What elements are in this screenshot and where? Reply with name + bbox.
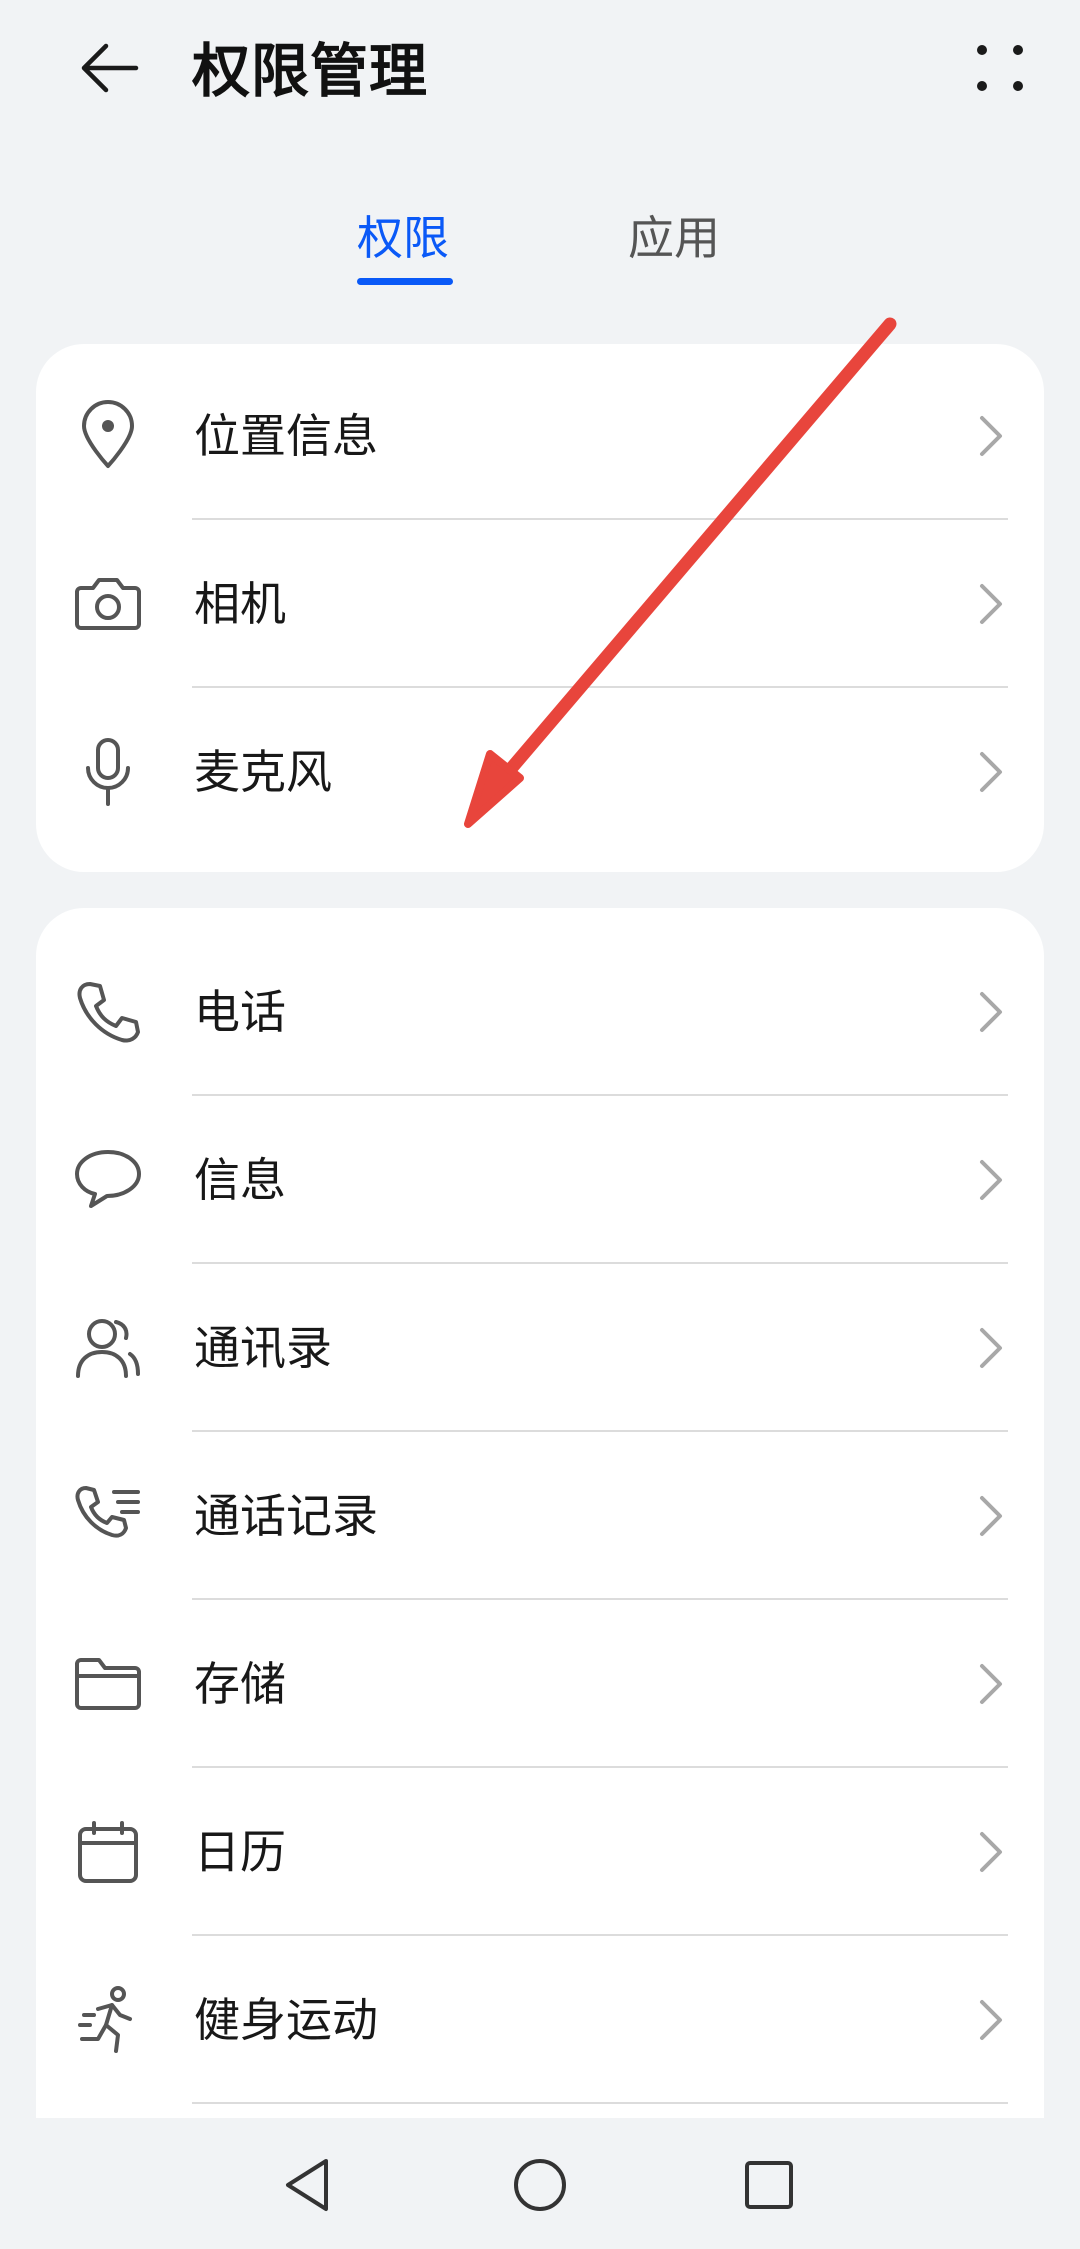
permission-group-1: 位置信息 相机 麦克风 xyxy=(36,344,1044,872)
permission-label: 通话记录 xyxy=(194,1489,378,1543)
chevron-right-icon xyxy=(980,1664,1002,1704)
back-button[interactable] xyxy=(60,28,160,108)
permission-row-phone[interactable]: 电话 xyxy=(36,928,1044,1096)
divider xyxy=(192,2102,1008,2104)
chevron-right-icon xyxy=(980,2000,1002,2040)
arrow-left-icon xyxy=(81,43,139,93)
permission-row-calendar[interactable]: 日历 xyxy=(36,1768,1044,1936)
permission-label: 健身运动 xyxy=(194,1993,378,2047)
permission-label: 麦克风 xyxy=(194,745,332,799)
chevron-right-icon xyxy=(980,584,1002,624)
permission-group-2: 电话 信息 通讯录 通话记录 存储 日历 健身运动 xyxy=(36,908,1044,2118)
nav-home-button[interactable] xyxy=(495,2140,585,2230)
permission-label: 相机 xyxy=(194,577,286,631)
chevron-right-icon xyxy=(980,1496,1002,1536)
camera-icon xyxy=(72,568,144,640)
permission-row-storage[interactable]: 存储 xyxy=(36,1600,1044,1768)
nav-back-triangle-icon xyxy=(286,2159,328,2211)
permission-label: 信息 xyxy=(194,1153,286,1207)
nav-home-circle-icon xyxy=(514,2159,566,2211)
tab-permissions[interactable]: 权限 xyxy=(357,208,449,268)
chevron-right-icon xyxy=(980,992,1002,1032)
nav-recents-square-icon xyxy=(745,2161,793,2209)
permission-label: 位置信息 xyxy=(194,409,378,463)
permission-row-camera[interactable]: 相机 xyxy=(36,520,1044,688)
calendar-icon xyxy=(72,1816,144,1888)
message-bubble-icon xyxy=(72,1144,144,1216)
chevron-right-icon xyxy=(980,752,1002,792)
permission-row-messages[interactable]: 信息 xyxy=(36,1096,1044,1264)
more-grid-icon xyxy=(977,45,1023,91)
tab-active-indicator xyxy=(357,278,453,285)
location-pin-icon xyxy=(72,400,144,472)
chevron-right-icon xyxy=(980,1160,1002,1200)
chevron-right-icon xyxy=(980,416,1002,456)
chevron-right-icon xyxy=(980,1832,1002,1872)
permission-row-location[interactable]: 位置信息 xyxy=(36,352,1044,520)
permission-row-contacts[interactable]: 通讯录 xyxy=(36,1264,1044,1432)
folder-icon xyxy=(72,1648,144,1720)
permission-label: 存储 xyxy=(194,1657,286,1711)
nav-back-button[interactable] xyxy=(263,2140,353,2230)
more-button[interactable] xyxy=(960,28,1040,108)
contacts-icon xyxy=(72,1312,144,1384)
microphone-icon xyxy=(72,736,144,808)
permission-row-fitness[interactable]: 健身运动 xyxy=(36,1936,1044,2104)
system-nav-bar xyxy=(0,2118,1080,2249)
permission-label: 日历 xyxy=(194,1825,286,1879)
call-log-icon xyxy=(72,1480,144,1552)
nav-recents-button[interactable] xyxy=(724,2140,814,2230)
permission-row-call-log[interactable]: 通话记录 xyxy=(36,1432,1044,1600)
running-icon xyxy=(72,1984,144,2056)
page-title: 权限管理 xyxy=(192,37,429,105)
permission-label: 通讯录 xyxy=(194,1321,332,1375)
tab-bar: 权限 应用 xyxy=(0,200,1080,300)
chevron-right-icon xyxy=(980,1328,1002,1368)
app-header: 权限管理 xyxy=(0,0,1080,140)
permission-row-microphone[interactable]: 麦克风 xyxy=(36,688,1044,856)
phone-icon xyxy=(72,976,144,1048)
tab-apps[interactable]: 应用 xyxy=(628,208,720,268)
permission-label: 电话 xyxy=(194,985,286,1039)
